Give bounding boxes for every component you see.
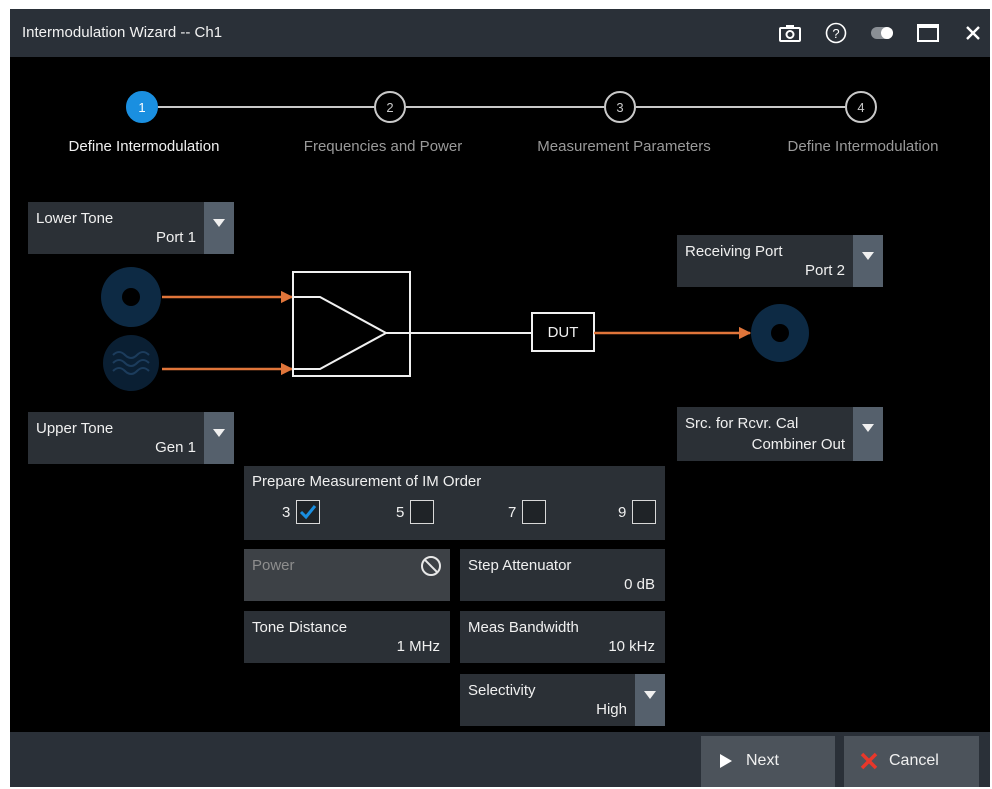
next-label: Next (746, 752, 779, 769)
upper-tone-label: Upper Tone (36, 420, 114, 437)
chevron-down-icon[interactable] (204, 412, 234, 464)
im-order-7-label: 7 (508, 503, 517, 521)
im-order-panel: Prepare Measurement of IM Order 3 5 7 9 (244, 466, 665, 540)
power-label: Power (252, 557, 295, 574)
svg-text:?: ? (832, 26, 839, 41)
im-order-label: Prepare Measurement of IM Order (252, 473, 482, 490)
checkbox-unchecked[interactable] (522, 500, 547, 524)
maximize-icon[interactable] (915, 21, 941, 45)
disabled-icon (421, 556, 441, 576)
checkbox-checked[interactable] (296, 500, 321, 524)
close-icon[interactable] (960, 21, 986, 45)
wizard-window: Intermodulation Wizard -- Ch1 ? 1 2 3 4 … (10, 9, 990, 787)
selectivity-label: Selectivity (468, 682, 536, 699)
checkmark-icon (300, 505, 317, 520)
upper-tone-value: Gen 1 (155, 439, 196, 456)
wizard-content: 1 2 3 4 Define Intermodulation Frequenci… (10, 57, 990, 732)
tone-distance-label: Tone Distance (252, 619, 348, 636)
receiving-port-dropdown[interactable]: Receiving Port Port 2 (677, 235, 883, 287)
dut-label: DUT (547, 323, 579, 341)
meas-bandwidth-label: Meas Bandwidth (468, 619, 579, 636)
src-rcvr-cal-label: Src. for Rcvr. Cal (685, 415, 799, 432)
tone-distance-field[interactable]: Tone Distance 1 MHz (244, 611, 450, 663)
im-order-9-checkbox[interactable]: 9 (618, 500, 657, 524)
im-order-5-checkbox[interactable]: 5 (396, 500, 435, 524)
combiner-icon (292, 271, 411, 377)
chevron-down-icon[interactable] (635, 674, 665, 726)
lower-tone-dropdown[interactable]: Lower Tone Port 1 (28, 202, 234, 254)
checkbox-unchecked[interactable] (410, 500, 435, 524)
lower-tone-label: Lower Tone (36, 210, 114, 227)
window-title: Intermodulation Wizard -- Ch1 (22, 24, 223, 41)
cancel-button[interactable]: Cancel (844, 736, 979, 787)
help-icon[interactable]: ? (823, 21, 849, 45)
im-order-3-checkbox[interactable]: 3 (282, 500, 321, 524)
lower-tone-value: Port 1 (155, 229, 196, 246)
chevron-down-icon[interactable] (204, 202, 234, 254)
chevron-down-icon[interactable] (853, 407, 883, 461)
meas-bandwidth-value: 10 kHz (608, 638, 655, 655)
step-attenuator-value: 0 dB (624, 576, 655, 593)
next-button[interactable]: Next (701, 736, 835, 787)
tone-distance-value: 1 MHz (396, 638, 440, 655)
cancel-x-icon (860, 752, 878, 770)
selectivity-value: High (596, 701, 627, 718)
power-field: Power (244, 549, 450, 601)
selectivity-dropdown[interactable]: Selectivity High (460, 674, 665, 726)
meas-bandwidth-field[interactable]: Meas Bandwidth 10 kHz (460, 611, 665, 663)
src-rcvr-cal-value: Combiner Out (751, 436, 845, 453)
generator-icon (103, 335, 159, 391)
im-order-9-label: 9 (618, 503, 627, 521)
src-rcvr-cal-dropdown[interactable]: Src. for Rcvr. Cal Combiner Out (677, 407, 883, 461)
step-attenuator-label: Step Attenuator (468, 557, 572, 574)
camera-icon[interactable] (777, 21, 803, 45)
play-icon (720, 754, 732, 768)
step-attenuator-field[interactable]: Step Attenuator 0 dB (460, 549, 665, 601)
im-order-5-label: 5 (396, 503, 405, 521)
title-bar: Intermodulation Wizard -- Ch1 ? (10, 9, 990, 57)
toggle-icon[interactable] (869, 21, 895, 45)
port-connector-icon (101, 267, 161, 327)
upper-tone-dropdown[interactable]: Upper Tone Gen 1 (28, 412, 234, 464)
receiving-port-icon (751, 304, 809, 362)
receiving-port-value: Port 2 (804, 262, 845, 279)
chevron-down-icon[interactable] (853, 235, 883, 287)
im-order-3-label: 3 (282, 503, 291, 521)
checkbox-unchecked[interactable] (632, 500, 657, 524)
im-order-7-checkbox[interactable]: 7 (508, 500, 547, 524)
footer-bar: Next Cancel (10, 732, 990, 787)
cancel-label: Cancel (889, 752, 939, 769)
receiving-port-label: Receiving Port (685, 243, 783, 260)
